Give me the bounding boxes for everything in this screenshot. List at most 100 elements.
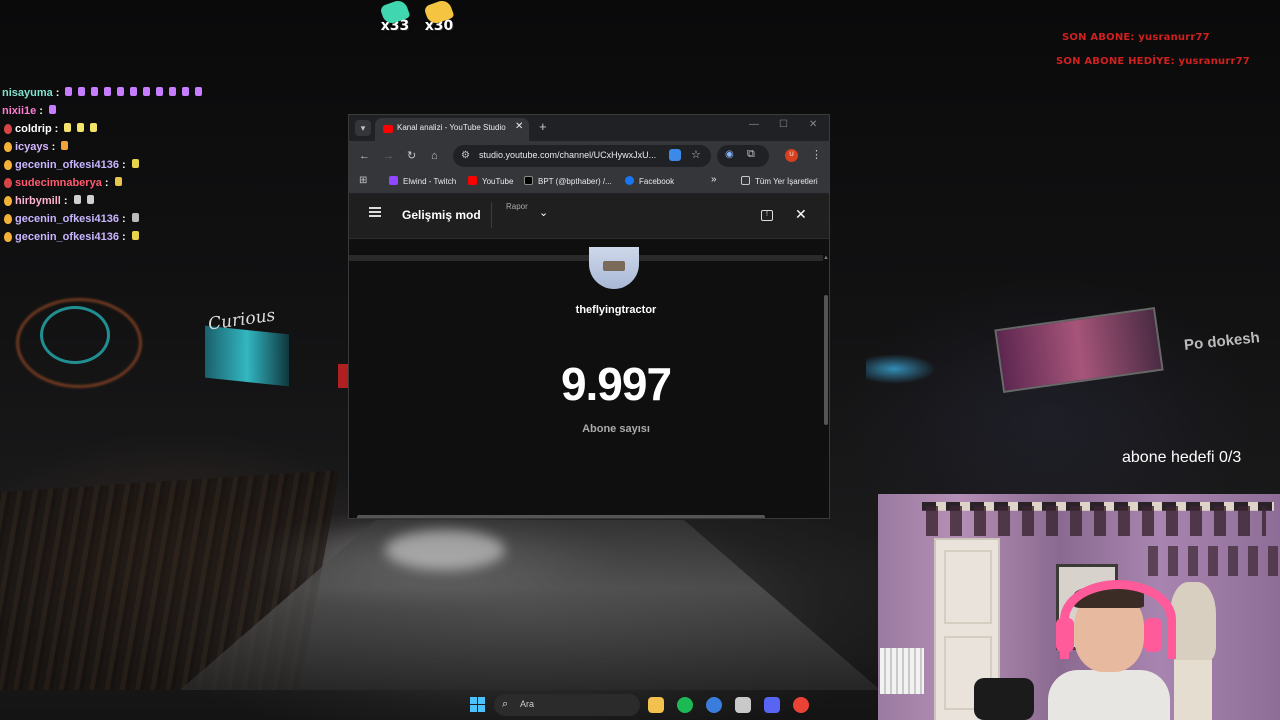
back-icon[interactable]: ← — [359, 149, 370, 163]
channel-name: theflyingtractor — [575, 304, 657, 316]
extensions-icon[interactable]: ⧉ — [747, 148, 755, 161]
bookmark-star-icon[interactable]: ☆ — [691, 148, 701, 161]
chat-emote-icon — [48, 105, 56, 114]
chat-emote-icon — [78, 87, 86, 96]
chat-emote-icon — [91, 87, 99, 96]
browser-window: ▾ Kanal analizi - YouTube Studio ✕ + — ☐… — [348, 114, 830, 519]
maximize-icon[interactable]: ☐ — [779, 119, 788, 130]
report-label: Rapor — [506, 202, 528, 211]
chat-emote-icon — [65, 87, 73, 96]
chat-username: gecenin_ofkesi4136 — [15, 159, 119, 171]
close-tab-icon[interactable]: ✕ — [515, 121, 523, 132]
bookmark-bpt[interactable]: BPT (@bpthaber) /... — [524, 176, 612, 186]
divider — [491, 202, 492, 228]
chat-username: sudecimnaberya — [15, 177, 102, 189]
chat-emotes — [62, 84, 205, 102]
bookmark-twitch[interactable]: Elwind - Twitch — [389, 176, 456, 186]
windows-start-icon[interactable] — [470, 697, 485, 712]
forward-icon[interactable]: → — [383, 149, 394, 163]
emote-combo-2: x30 — [423, 0, 455, 36]
all-bookmarks[interactable]: Tüm Yer İşaretleri — [741, 176, 818, 186]
chevron-down-icon[interactable]: ⌄ — [539, 206, 548, 219]
minimize-icon[interactable]: — — [749, 119, 759, 130]
home-icon[interactable]: ⌂ — [431, 149, 438, 163]
header-strip — [349, 255, 823, 261]
photo-flags — [1148, 546, 1278, 576]
sub-goal: abone hedefi 0/3 — [1122, 449, 1242, 466]
last-gift-alert: SON ABONE HEDİYE: yusranurr77 — [1056, 56, 1250, 67]
spotlight — [385, 530, 505, 570]
chat-emote-icon — [131, 213, 139, 222]
facebook-icon — [625, 176, 634, 185]
chat-emote-icon — [131, 231, 139, 240]
tab-kanal-analizi[interactable]: Kanal analizi - YouTube Studio ✕ — [375, 118, 529, 141]
menu-icon[interactable]: ⋮ — [811, 148, 822, 161]
horizontal-scrollbar[interactable] — [357, 515, 765, 518]
url-text[interactable]: studio.youtube.com/channel/UCxHywxJxU... — [479, 150, 656, 160]
channel-avatar — [589, 247, 639, 289]
chat-separator: : — [104, 177, 109, 189]
folder-icon — [741, 176, 750, 185]
profile-avatar[interactable]: U — [785, 149, 798, 162]
bookmark-youtube[interactable]: YouTube — [468, 176, 513, 186]
bookmark-facebook[interactable]: Facebook — [625, 176, 674, 186]
search-placeholder: Ara — [520, 699, 535, 709]
chat-emote-icon — [143, 87, 151, 96]
chat-overlay: nisayuma: nixii1e: coldrip: icyays: gecenin_… — [2, 84, 332, 246]
apps-grid-icon[interactable]: ⊞ — [359, 175, 367, 186]
chat-badge-icon — [4, 214, 12, 224]
chat-badge-icon — [4, 232, 12, 242]
chat-separator: : — [39, 105, 43, 117]
discord-icon[interactable] — [764, 697, 780, 713]
spotify-icon[interactable] — [677, 697, 693, 713]
neon-ring-inner — [40, 306, 110, 364]
file-explorer-icon[interactable] — [648, 697, 664, 713]
chat-separator: : — [55, 87, 60, 99]
chat-emotes — [46, 102, 59, 120]
tab-search-icon[interactable]: ▾ — [355, 120, 371, 136]
last-sub-alert: SON ABONE: yusranurr77 — [1062, 32, 1210, 43]
scroll-up-icon[interactable]: ▲ — [823, 255, 829, 261]
chat-separator: : — [121, 231, 126, 243]
chat-emote-icon — [61, 141, 69, 150]
lens-icon[interactable] — [669, 149, 681, 161]
chat-separator: : — [63, 195, 68, 207]
more-bookmarks-icon[interactable]: » — [711, 174, 717, 185]
chat-message: hirbymill: — [2, 192, 332, 210]
podokesh-sign: Po dokesh — [1183, 329, 1261, 354]
radiator — [880, 648, 924, 694]
x-icon — [524, 176, 533, 185]
close-window-icon[interactable]: ✕ — [809, 119, 817, 130]
steam-icon[interactable] — [735, 697, 751, 713]
site-info-icon[interactable]: ⚙ — [461, 150, 470, 161]
chat-emote-icon — [117, 87, 125, 96]
vertical-scrollbar[interactable] — [824, 295, 828, 425]
chat-emotes — [112, 174, 125, 192]
close-icon[interactable]: ✕ — [795, 206, 807, 223]
address-bar[interactable]: ⚙ studio.youtube.com/channel/UCxHywxJxU.… — [453, 145, 711, 167]
taskbar-search[interactable]: ⌕ Ara — [494, 694, 640, 716]
chat-badge-icon — [4, 124, 12, 134]
subscriber-label: Abone sayısı — [582, 423, 650, 435]
audio-extension-icon[interactable]: ◉ — [725, 149, 734, 160]
chat-emote-icon — [114, 177, 122, 186]
chat-emotes — [129, 228, 142, 246]
chat-emotes — [129, 210, 142, 228]
chat-username: hirbymill — [15, 195, 61, 207]
chrome-icon[interactable] — [793, 697, 809, 713]
browser-blue-icon[interactable] — [706, 697, 722, 713]
chat-emote-icon — [90, 123, 98, 132]
chat-message: gecenin_ofkesi4136: — [2, 210, 332, 228]
microphone — [974, 678, 1034, 720]
chat-separator: : — [121, 159, 126, 171]
chat-emote-icon — [156, 87, 164, 96]
hamburger-menu-icon[interactable] — [369, 207, 381, 217]
pedestal — [1174, 660, 1212, 720]
reload-icon[interactable]: ↻ — [407, 149, 416, 163]
chat-badge-icon — [4, 142, 12, 152]
chat-emote-icon — [64, 123, 72, 132]
new-tab-button[interactable]: + — [539, 119, 547, 134]
feedback-icon[interactable]: ! — [761, 210, 773, 221]
photo-flags — [926, 506, 1266, 536]
extensions-pill: ◉ ⧉ — [717, 145, 769, 167]
